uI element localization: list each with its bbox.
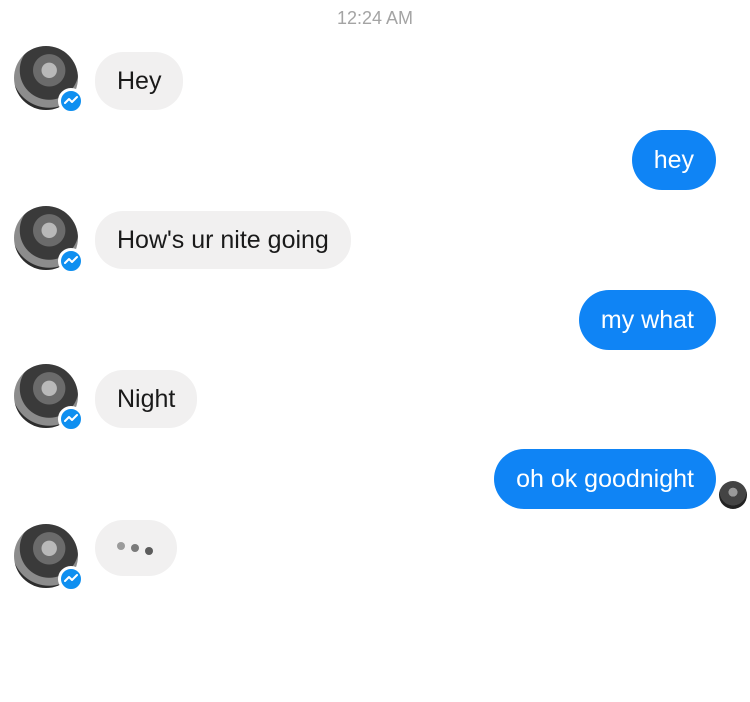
messenger-icon — [58, 88, 84, 114]
typing-dot — [145, 547, 153, 555]
incoming-message-bubble[interactable]: How's ur nite going — [95, 211, 351, 269]
contact-avatar[interactable] — [14, 46, 84, 116]
read-receipt-avatar-icon — [719, 481, 747, 509]
messenger-icon — [58, 406, 84, 432]
contact-avatar[interactable] — [14, 206, 84, 276]
typing-dot — [131, 544, 139, 552]
outgoing-message-bubble[interactable]: my what — [578, 290, 716, 350]
incoming-message-bubble[interactable]: Hey — [95, 52, 184, 110]
typing-dot — [117, 542, 125, 550]
outgoing-message-bubble[interactable]: hey — [631, 130, 716, 190]
messenger-icon — [58, 248, 84, 274]
incoming-message-bubble[interactable]: Night — [95, 370, 198, 428]
timestamp: 12:24 AM — [336, 8, 414, 28]
contact-avatar[interactable] — [14, 364, 84, 434]
messenger-icon — [58, 566, 84, 592]
outgoing-message-bubble[interactable]: oh ok goodnight — [494, 449, 716, 509]
typing-indicator — [95, 520, 177, 576]
contact-avatar[interactable] — [14, 524, 84, 594]
